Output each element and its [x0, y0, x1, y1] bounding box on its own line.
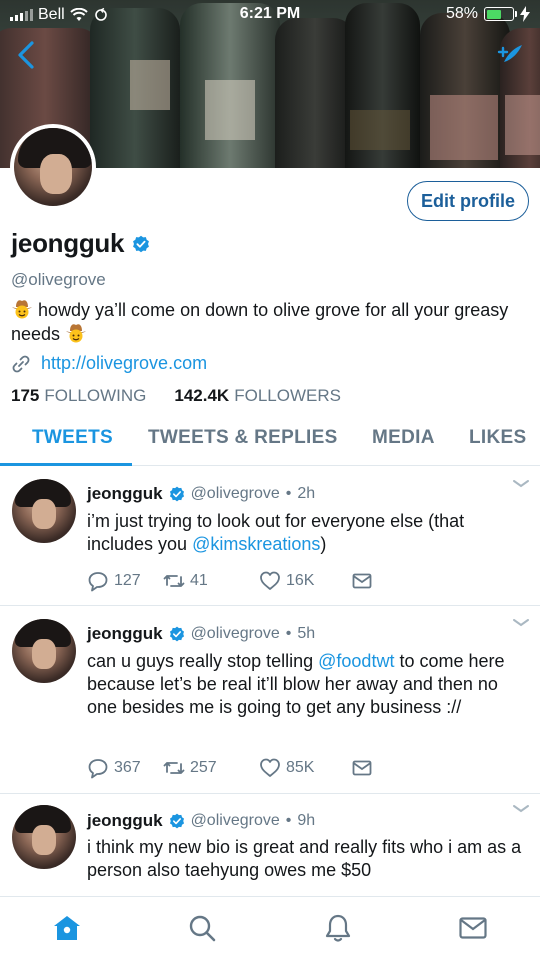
tweet-avatar[interactable] — [12, 479, 76, 543]
verified-badge-icon — [133, 235, 150, 252]
tab-media[interactable]: MEDIA — [372, 427, 435, 449]
following-stat[interactable]: 175 FOLLOWING — [11, 386, 146, 406]
tweet-author-name: jeongguk — [87, 484, 163, 503]
tweet-text-part: can u guys really stop telling — [87, 651, 319, 671]
tweet-timestamp: 9h — [297, 812, 316, 829]
status-bar: Bell 6:21 PM 58% — [0, 0, 540, 30]
battery-percentage: 58% — [445, 5, 478, 22]
followers-stat[interactable]: 142.4K FOLLOWERS — [174, 386, 341, 406]
profile-handle: @olivegrove — [11, 270, 106, 289]
tweet-mention[interactable]: @kimskreations — [192, 534, 320, 554]
tweet-author-name: jeongguk — [87, 624, 163, 643]
tweet-actions: 367 257 85K — [87, 757, 373, 779]
retweet-icon — [163, 575, 185, 587]
tweet-item[interactable]: jeongguk @olivegrove • 5h can u guys rea… — [0, 606, 540, 794]
reply-button[interactable]: 367 — [87, 757, 163, 779]
heart-icon — [260, 571, 280, 590]
following-count: 175 — [11, 386, 40, 405]
profile-link-row: http://olivegrove.com — [11, 353, 207, 374]
reply-count: 127 — [114, 572, 141, 589]
tweet-author-name: jeongguk — [87, 811, 163, 830]
link-icon — [12, 355, 30, 372]
notifications-icon[interactable] — [323, 913, 353, 943]
tweet-avatar[interactable] — [12, 619, 76, 683]
retweet-button[interactable]: 41 — [163, 570, 259, 592]
retweet-count: 41 — [190, 572, 208, 589]
tweet-timestamp: 2h — [297, 485, 316, 502]
reply-count: 367 — [114, 759, 141, 776]
tweet-separator: • — [285, 812, 292, 829]
tab-likes[interactable]: LIKES — [469, 427, 526, 449]
message-icon — [352, 573, 372, 589]
profile-avatar[interactable] — [10, 124, 96, 210]
tweet-text-part: ) — [320, 534, 327, 554]
tab-tweets[interactable]: TWEETS — [32, 427, 113, 449]
reply-icon — [88, 572, 108, 592]
compose-icon[interactable] — [496, 40, 526, 70]
profile-tabs: TWEETS TWEETS & REPLIES MEDIA LIKES — [0, 414, 540, 466]
tweet-actions: 127 41 16K — [87, 570, 373, 592]
tweet-separator: • — [285, 485, 292, 502]
heart-icon — [260, 758, 280, 777]
tweet-text-part: i think my new bio is great and really f… — [87, 837, 522, 880]
tweet-author-handle: @olivegrove — [190, 812, 280, 829]
battery-icon — [484, 7, 517, 21]
tweet-header: jeongguk @olivegrove • 9h — [87, 811, 315, 831]
direct-message-button[interactable] — [351, 757, 373, 779]
home-icon[interactable] — [52, 913, 82, 943]
chevron-down-icon[interactable] — [512, 617, 530, 629]
profile-display-name: jeongguk — [11, 228, 125, 258]
followers-label: FOLLOWERS — [234, 386, 341, 405]
direct-message-button[interactable] — [351, 570, 373, 592]
reply-icon — [88, 759, 108, 779]
tweet-author-handle: @olivegrove — [190, 485, 280, 502]
edit-profile-button[interactable]: Edit profile — [407, 181, 529, 221]
charging-icon — [520, 6, 530, 22]
tweet-text: can u guys really stop telling @foodtwt … — [87, 650, 527, 719]
tweet-avatar[interactable] — [12, 805, 76, 869]
followers-count: 142.4K — [174, 386, 230, 405]
profile-name-row: jeongguk — [11, 228, 150, 259]
message-icon — [352, 760, 372, 776]
tweet-mention[interactable]: @foodtwt — [318, 651, 394, 671]
tweet-separator: • — [285, 625, 292, 642]
tweet-header: jeongguk @olivegrove • 2h — [87, 484, 315, 504]
profile-website-link[interactable]: http://olivegrove.com — [41, 353, 207, 374]
battery-level — [486, 9, 501, 19]
tab-tweets-and-replies[interactable]: TWEETS & REPLIES — [148, 427, 338, 449]
profile-stats: 175 FOLLOWING 142.4K FOLLOWERS — [11, 386, 341, 406]
chevron-down-icon[interactable] — [512, 478, 530, 490]
chevron-down-icon[interactable] — [512, 803, 530, 815]
messages-icon[interactable] — [458, 913, 488, 943]
tweet-header: jeongguk @olivegrove • 5h — [87, 624, 315, 644]
like-count: 16K — [286, 572, 315, 589]
verified-badge-icon — [169, 813, 184, 829]
tweet-text: i think my new bio is great and really f… — [87, 836, 527, 882]
reply-button[interactable]: 127 — [87, 570, 163, 592]
tweet-author-handle: @olivegrove — [190, 625, 280, 642]
search-icon[interactable] — [187, 913, 217, 943]
tweet-item[interactable]: jeongguk @olivegrove • 9h i think my new… — [0, 794, 540, 896]
tweet-timestamp: 5h — [297, 625, 316, 642]
like-count: 85K — [286, 759, 315, 776]
bottom-navigation — [0, 896, 540, 960]
retweet-button[interactable]: 257 — [163, 757, 259, 779]
profile-bio: howdy ya’ll come on down to olive grove … — [11, 298, 526, 346]
tweet-item[interactable]: jeongguk @olivegrove • 2h i’m just tryin… — [0, 467, 540, 606]
retweet-count: 257 — [190, 759, 217, 776]
retweet-icon — [163, 762, 185, 774]
tweet-text: i’m just trying to look out for everyone… — [87, 510, 527, 556]
verified-badge-icon — [169, 626, 184, 642]
active-tab-indicator — [0, 463, 132, 466]
back-chevron-icon[interactable] — [10, 38, 44, 72]
like-button[interactable]: 16K — [259, 570, 351, 592]
cowboy-emoji-icon — [66, 324, 87, 343]
like-button[interactable]: 85K — [259, 757, 351, 779]
following-label: FOLLOWING — [44, 386, 147, 405]
cowboy-emoji-icon — [12, 300, 32, 319]
verified-badge-icon — [169, 486, 184, 502]
